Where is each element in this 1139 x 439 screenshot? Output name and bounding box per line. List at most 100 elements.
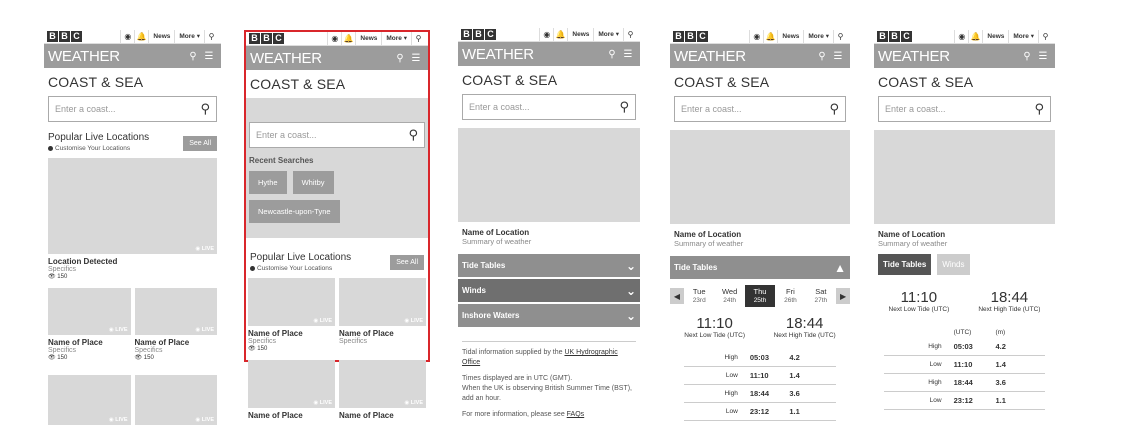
coast-search-input[interactable]: Enter a coast... ⚲ — [462, 94, 636, 120]
bbc-logo[interactable]: BBC — [47, 31, 82, 42]
hamburger-icon[interactable]: ☰ — [620, 49, 636, 60]
search-icon[interactable]: ⚲ — [200, 101, 210, 117]
place-card[interactable]: ◉ LIVE Name of Place Specifics 👁 150 — [48, 288, 131, 361]
weather-bar: WEATHER ⚲ ☰ — [44, 44, 221, 68]
tab-tide-tables[interactable]: Tide Tables — [878, 254, 932, 275]
account-icon[interactable]: ◉ — [539, 28, 553, 42]
accordion-tide-tables[interactable]: Tide Tables ⌄ — [458, 254, 640, 277]
place-card[interactable]: ◉ LIVE — [48, 375, 131, 425]
hamburger-icon[interactable]: ☰ — [408, 53, 424, 64]
tab-winds[interactable]: Winds — [937, 254, 970, 275]
chevron-right-icon[interactable]: ▶ — [836, 288, 850, 304]
search-icon[interactable]: ⚲ — [392, 53, 408, 64]
recent-chip-whitby[interactable]: Whitby — [292, 171, 334, 194]
search-icon[interactable]: ⚲ — [829, 101, 839, 117]
place-card[interactable]: ◉ LIVE Name of Place Specifics 👁 150 — [248, 278, 335, 352]
search-icon[interactable]: ⚲ — [408, 127, 418, 143]
search-icon[interactable]: ⚲ — [1038, 30, 1052, 44]
place-card[interactable]: ◉ LIVE Name of Place — [248, 360, 335, 420]
day-sat[interactable]: Sat 27th — [806, 285, 836, 307]
coast-search-input[interactable]: Enter a coast... ⚲ — [674, 96, 846, 122]
account-icon[interactable]: ◉ — [327, 32, 341, 46]
bbc-logo[interactable]: BBC — [877, 31, 912, 42]
search-icon[interactable]: ⚲ — [623, 28, 637, 42]
recent-chip-hythe[interactable]: Hythe — [249, 171, 287, 194]
bell-icon[interactable]: 🔔 — [553, 28, 567, 42]
table-row: Low 23:12 1.1 — [884, 391, 1045, 410]
more-menu[interactable]: More ▾ — [1008, 30, 1038, 44]
place-card[interactable]: ◉ LIVE — [134, 375, 217, 425]
weather-title[interactable]: WEATHER — [878, 48, 950, 65]
bell-icon[interactable]: 🔔 — [341, 32, 355, 46]
page-title: COAST & SEA — [48, 74, 144, 90]
accordion-winds[interactable]: Winds ⌄ — [458, 279, 640, 302]
screen-recent-searches: BBC ◉ 🔔 News More ▾ ⚲ WEATHER ⚲ ☰ COAST … — [244, 30, 430, 420]
screen-coast-search: BBC ◉ 🔔 News More ▾ ⚲ WEATHER ⚲ ☰ COAST … — [44, 30, 221, 439]
location-image — [458, 128, 640, 222]
day-fri[interactable]: Fri 26th — [775, 285, 805, 307]
place-card[interactable]: ◉ LIVE Name of Place Specifics — [339, 278, 426, 352]
search-icon[interactable]: ⚲ — [1034, 101, 1044, 117]
account-icon[interactable]: ◉ — [749, 30, 763, 44]
bbc-logo[interactable]: BBC — [461, 29, 496, 40]
see-all-button[interactable]: See All — [183, 136, 217, 151]
bell-icon[interactable]: 🔔 — [968, 30, 982, 44]
more-menu[interactable]: More ▾ — [593, 28, 623, 42]
account-icon[interactable]: ◉ — [120, 30, 134, 44]
search-icon[interactable]: ⚲ — [619, 99, 629, 115]
chevron-down-icon: ⌄ — [625, 308, 636, 323]
weather-title[interactable]: WEATHER — [250, 50, 322, 67]
accordion-tide-tables[interactable]: Tide Tables ▲ — [670, 256, 850, 279]
coast-search-input[interactable]: Enter a coast... ⚲ — [249, 122, 425, 148]
news-link[interactable]: News — [355, 32, 381, 46]
news-link[interactable]: News — [567, 28, 593, 42]
search-icon[interactable]: ⚲ — [833, 30, 847, 44]
view-count: 👁 150 — [48, 274, 68, 280]
place-card[interactable]: ◉ LIVE Name of Place Specifics 👁 150 — [134, 288, 217, 361]
hamburger-icon[interactable]: ☰ — [1035, 51, 1051, 62]
coast-search-input[interactable]: Enter a coast... ⚲ — [878, 96, 1051, 122]
accordion-inshore-waters[interactable]: Inshore Waters ⌄ — [458, 304, 640, 327]
hamburger-icon[interactable]: ☰ — [830, 51, 846, 62]
news-link[interactable]: News — [777, 30, 803, 44]
more-menu[interactable]: More ▾ — [803, 30, 833, 44]
more-menu[interactable]: More ▾ — [381, 32, 411, 46]
place-card[interactable]: ◉ LIVE Name of Place — [339, 360, 426, 420]
weather-title[interactable]: WEATHER — [48, 48, 120, 65]
chevron-left-icon[interactable]: ◀ — [670, 288, 684, 304]
screen-location-accordions: BBC ◉ 🔔 News More ▾ ⚲ WEATHER ⚲ ☰ COAST … — [458, 28, 640, 439]
news-link[interactable]: News — [148, 30, 174, 44]
weather-title[interactable]: WEATHER — [674, 48, 746, 65]
faqs-link[interactable]: FAQs — [567, 411, 585, 418]
hamburger-icon[interactable]: ☰ — [201, 51, 217, 62]
customise-link[interactable]: Customise Your Locations — [250, 265, 351, 272]
weather-title[interactable]: WEATHER — [462, 46, 534, 63]
bell-icon[interactable]: 🔔 — [763, 30, 777, 44]
see-all-button[interactable]: See All — [390, 255, 424, 270]
search-icon[interactable]: ⚲ — [1019, 51, 1035, 62]
detected-location-card[interactable]: ◉ LIVE Location Detected Specifics 👁 150 — [44, 158, 221, 280]
bell-icon[interactable]: 🔔 — [134, 30, 148, 44]
bbc-logo[interactable]: BBC — [673, 31, 708, 42]
place-image: ◉ LIVE — [48, 288, 131, 335]
search-icon[interactable]: ⚲ — [204, 30, 218, 44]
search-icon[interactable]: ⚲ — [604, 49, 620, 60]
popular-header: Popular Live Locations Customise Your Lo… — [44, 132, 221, 152]
settings-icon — [48, 146, 53, 151]
bbc-logo[interactable]: BBC — [249, 33, 284, 44]
day-tue[interactable]: Tue 23rd — [684, 285, 714, 307]
more-menu[interactable]: More ▾ — [174, 30, 204, 44]
day-thu[interactable]: Thu 25th — [744, 285, 776, 307]
day-wed[interactable]: Wed 24th — [714, 285, 744, 307]
search-icon[interactable]: ⚲ — [814, 51, 830, 62]
customise-link[interactable]: Customise Your Locations — [48, 145, 149, 152]
account-icon[interactable]: ◉ — [954, 30, 968, 44]
coast-search-input[interactable]: Enter a coast... ⚲ — [48, 96, 217, 122]
news-link[interactable]: News — [982, 30, 1008, 44]
settings-icon — [250, 266, 255, 271]
next-tides: 11:10 Next Low Tide (UTC) 18:44 Next High … — [684, 315, 836, 339]
table-row: Low 11:10 1.4 — [884, 355, 1045, 374]
search-icon[interactable]: ⚲ — [185, 51, 201, 62]
search-icon[interactable]: ⚲ — [411, 32, 425, 46]
recent-chip-newcastle[interactable]: Newcastle-upon-Tyne — [249, 200, 340, 223]
